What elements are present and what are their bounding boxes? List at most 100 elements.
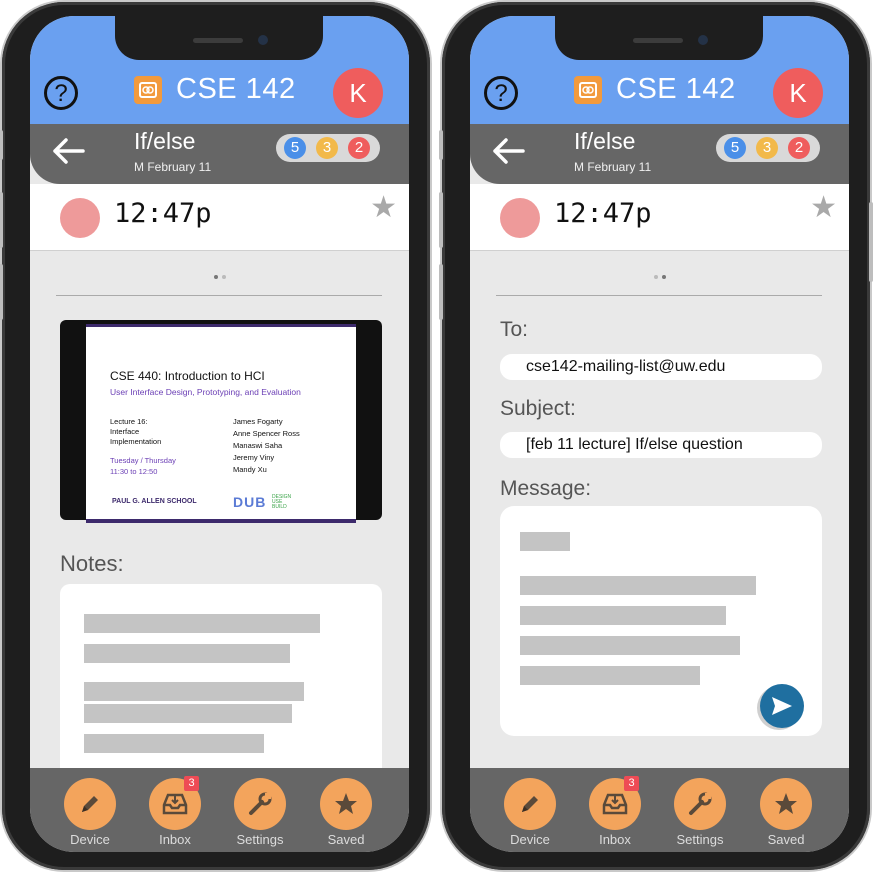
phone-right: ? CSE 142 K If/else M February 11 5 3 2 …	[439, 2, 873, 870]
placeholder-line	[520, 666, 700, 685]
tab-device[interactable]: Device	[60, 778, 120, 847]
divider	[56, 295, 382, 296]
recording-card: 12:47p ★	[470, 184, 849, 251]
star-icon	[775, 793, 797, 814]
lecture-title: If/else	[574, 128, 636, 154]
wrench-icon	[689, 792, 712, 815]
slide-content: CSE 440: Introduction to HCI User Interf…	[86, 324, 356, 523]
tab-label: Settings	[236, 832, 284, 847]
page-dot-active	[213, 275, 218, 279]
tab-bar: Device 3 Inbox Settings Saved	[470, 768, 849, 852]
tab-inbox[interactable]: 3 Inbox	[585, 776, 645, 847]
avatar[interactable]: K	[333, 68, 383, 118]
placeholder-line	[84, 682, 304, 701]
tab-label: Device	[510, 832, 550, 847]
lecture-date: M February 11	[574, 160, 652, 174]
volume-up-button	[0, 192, 3, 248]
star-icon[interactable]: ★	[370, 190, 397, 225]
help-button[interactable]: ?	[44, 76, 78, 110]
lecture-date: M February 11	[134, 160, 212, 174]
pencil-icon	[82, 796, 98, 812]
avatar[interactable]: K	[773, 68, 823, 118]
lecture-bar: If/else M February 11 5 3 2	[470, 124, 849, 184]
mute-switch	[439, 130, 443, 160]
wrench-icon	[249, 792, 272, 815]
send-button[interactable]	[760, 684, 804, 728]
inbox-icon	[162, 793, 188, 815]
inbox-badge: 3	[624, 776, 639, 791]
slide-lecture-label: Lecture 16: Interface Implementation	[110, 417, 162, 446]
inbox-badge: 3	[184, 776, 199, 791]
star-icon	[335, 793, 357, 814]
volume-down-button	[439, 264, 443, 320]
tab-bar: Device 3 Inbox Settings Saved	[30, 768, 409, 852]
tab-settings[interactable]: Settings	[670, 778, 730, 847]
lecture-bar: If/else M February 11 5 3 2	[30, 124, 409, 184]
star-icon[interactable]: ★	[810, 190, 837, 225]
back-arrow-icon[interactable]	[52, 136, 86, 166]
course-icon	[574, 76, 602, 104]
placeholder-line	[520, 576, 756, 595]
slide-dub-logo: DUB	[233, 494, 267, 510]
count-badge-red: 2	[788, 137, 810, 159]
pencil-icon	[522, 796, 538, 812]
question-counts[interactable]: 5 3 2	[716, 134, 820, 162]
back-arrow-icon[interactable]	[492, 136, 526, 166]
volume-up-button	[439, 192, 443, 248]
to-field[interactable]: cse142-mailing-list@uw.edu	[500, 354, 822, 380]
subject-field[interactable]: [feb 11 lecture] If/else question	[500, 432, 822, 458]
recording-time: 12:47p	[114, 198, 212, 229]
page-dot	[221, 275, 226, 279]
record-button[interactable]	[500, 198, 540, 238]
message-field[interactable]	[500, 506, 822, 736]
slide-school-logo: PAUL G. ALLEN SCHOOL	[112, 498, 197, 505]
placeholder-line	[520, 636, 740, 655]
count-badge-yellow: 3	[756, 137, 778, 159]
placeholder-line	[520, 606, 726, 625]
placeholder-line	[84, 704, 292, 723]
count-badge-blue: 5	[724, 137, 746, 159]
message-label: Message:	[500, 477, 592, 500]
notch	[115, 16, 323, 60]
screen: ? CSE 142 K If/else M February 11 5 3 2 …	[470, 16, 849, 852]
course-title: CSE 142	[616, 73, 736, 105]
phone-left: ? CSE 142 K If/else M February 11 5 3 2 …	[0, 2, 430, 870]
lecture-slide[interactable]: CSE 440: Introduction to HCI User Interf…	[60, 320, 382, 523]
page-dot	[653, 275, 658, 279]
tab-device[interactable]: Device	[500, 778, 560, 847]
tab-label: Settings	[676, 832, 724, 847]
tab-inbox[interactable]: 3 Inbox	[145, 776, 205, 847]
lecture-title: If/else	[134, 128, 196, 154]
tab-label: Saved	[327, 832, 365, 847]
tab-settings[interactable]: Settings	[230, 778, 290, 847]
slide-subtitle: User Interface Design, Prototyping, and …	[110, 387, 301, 397]
power-button	[869, 202, 873, 282]
volume-down-button	[0, 264, 3, 320]
notch	[555, 16, 763, 60]
tab-label: Device	[70, 832, 110, 847]
slide-dub-tagline: DESIGN USE BUILD	[272, 494, 292, 510]
divider	[496, 295, 822, 296]
page-dot-active	[661, 275, 666, 279]
slide-schedule: Tuesday / Thursday 11:30 to 12:50	[110, 456, 176, 476]
to-label: To:	[500, 318, 529, 341]
screen: ? CSE 142 K If/else M February 11 5 3 2 …	[30, 16, 409, 852]
tab-label: Saved	[767, 832, 805, 847]
placeholder-line	[520, 532, 570, 551]
help-button[interactable]: ?	[484, 76, 518, 110]
count-badge-blue: 5	[284, 137, 306, 159]
record-button[interactable]	[60, 198, 100, 238]
tab-label: Inbox	[599, 832, 631, 847]
placeholder-line	[84, 734, 264, 753]
recording-card: 12:47p ★	[30, 184, 409, 251]
subject-label: Subject:	[500, 397, 576, 420]
inbox-icon	[602, 793, 628, 815]
tab-saved[interactable]: Saved	[316, 778, 376, 847]
count-badge-yellow: 3	[316, 137, 338, 159]
slide-instructors: James Fogarty Anne Spencer Ross Manaswi …	[233, 417, 300, 474]
tab-saved[interactable]: Saved	[756, 778, 816, 847]
recording-time: 12:47p	[554, 198, 652, 229]
question-counts[interactable]: 5 3 2	[276, 134, 380, 162]
page-indicator	[30, 266, 409, 284]
notes-label: Notes:	[60, 551, 124, 576]
